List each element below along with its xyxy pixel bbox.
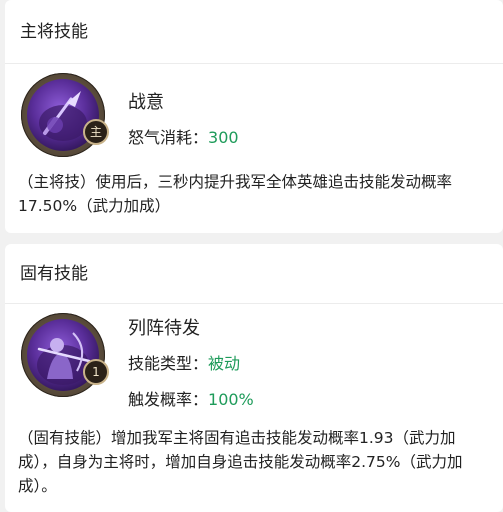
stat-value: 300 xyxy=(208,128,239,147)
skill-type: 技能类型：被动 xyxy=(128,350,240,374)
skill-description: （主将技）使用后，三秒内提升我军全体英雄追击技能发动概率17.50%（武力加成） xyxy=(18,173,453,215)
section-title-innate-skill: 固有技能 xyxy=(5,244,503,304)
main-skill-card: 主将技能 主 战意 怒气消耗：300 （主将技）使用后，三秒内提升我军全体英雄追… xyxy=(5,0,503,233)
main-general-badge: 主 xyxy=(83,119,109,145)
trigger-probability: 触发概率：100% xyxy=(128,386,254,410)
stat-label: 怒气消耗： xyxy=(128,128,209,147)
skill-level-badge: 1 xyxy=(83,359,109,385)
skill-name: 战意 xyxy=(128,92,164,113)
stat-value: 100% xyxy=(208,390,254,409)
archer-skill-icon[interactable]: 1 xyxy=(21,313,109,397)
stat-label: 触发概率： xyxy=(128,390,209,409)
spear-skill-icon[interactable]: 主 xyxy=(21,73,109,157)
skill-row: 1 列阵待发 技能类型：被动 触发概率：100% xyxy=(5,304,503,409)
stat-value: 被动 xyxy=(208,354,241,373)
skill-name: 列阵待发 xyxy=(128,318,200,339)
rage-cost: 怒气消耗：300 xyxy=(128,124,239,148)
section-title-main-skill: 主将技能 xyxy=(5,0,503,64)
stat-label: 技能类型： xyxy=(128,354,209,373)
skill-row: 主 战意 怒气消耗：300 xyxy=(5,64,503,169)
skill-description: （固有技能）增加我军主将固有追击技能发动概率1.93（武力加成），自身为主将时，… xyxy=(18,429,463,495)
innate-skill-card: 固有技能 1 列阵待发 技能类型：被动 触发概率：100% （固有技能）增加我军… xyxy=(5,244,503,512)
